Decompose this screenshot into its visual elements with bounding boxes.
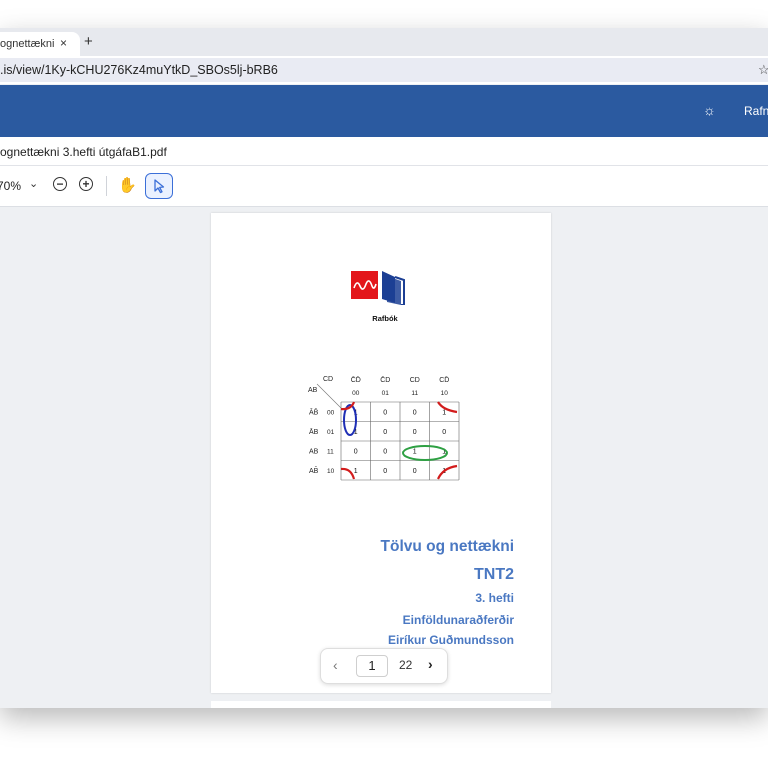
pdf-page-next: [211, 701, 551, 708]
kmap-col-label: CD̄: [439, 376, 449, 384]
star-icon[interactable]: ☆: [758, 62, 768, 78]
kmap-row-label: ĀB̄: [309, 408, 319, 416]
kmap-cell: 0: [413, 409, 417, 416]
hand-icon[interactable]: ✋: [118, 176, 137, 194]
kmap-col-label: C̄D̄: [351, 376, 361, 384]
kmap-col-label: CD: [410, 377, 420, 384]
karnaugh-map: AB CD C̄D̄00C̄D01CD11CD̄10 ĀB̄ 00ĀB 01AB 11…: [308, 376, 460, 481]
kmap-row-variable-label: AB: [308, 387, 318, 394]
tab-close-icon[interactable]: ×: [60, 36, 67, 50]
kmap-row-code: 00: [327, 409, 335, 416]
kmap-col-code: 00: [352, 390, 360, 397]
page-number-input[interactable]: 1: [356, 655, 388, 677]
course-code: TNT2: [474, 566, 514, 583]
address-bar: .is/view/1Ky-kCHU276Kz4muYtkD_SBOs5lj-bR…: [0, 56, 768, 84]
kmap-col-variable-label: CD: [323, 376, 333, 383]
tab-title: ognettækni: [0, 38, 55, 50]
kmap-col-code: 11: [411, 390, 418, 397]
brand-name: Rafbók: [372, 314, 398, 323]
next-page-button[interactable]: ›: [428, 656, 433, 672]
page-total: 22: [399, 658, 413, 672]
chevron-down-icon[interactable]: ⌄: [29, 177, 38, 190]
kmap-col-label: C̄D: [380, 376, 390, 384]
file-bar: ognettækni 3.hefti útgáfaB1.pdf: [0, 137, 768, 166]
issue-label: 3. hefti: [475, 591, 514, 605]
author-name: Eiríkur Guðmundsson: [387, 633, 514, 647]
pdf-viewer[interactable]: Rafbók AB CD C̄D̄ 00 C̄D 01 CD 11 CD̄ 10 ĀB̄ 00 Ā…: [0, 207, 768, 708]
kmap-cell: 0: [413, 429, 417, 436]
tab-bar: ognettækni × +: [0, 28, 768, 56]
page-navigator: ‹ 1 22 ›: [320, 648, 448, 684]
subject-label: Einföldunaraðferðir: [402, 613, 514, 627]
kmap-cell: 0: [354, 448, 358, 455]
kmap-cell: 0: [383, 429, 387, 436]
zoom-out-button[interactable]: −: [53, 177, 67, 191]
kmap-cell: 0: [383, 468, 387, 475]
rafbok-logo: [351, 271, 405, 305]
kmap-cell: 0: [383, 448, 387, 455]
kmap-cell: 1: [413, 448, 417, 455]
pdf-toolbar: 70% ⌄ − + ✋: [0, 166, 768, 207]
document-title: Tölvu og nettækni: [380, 538, 514, 555]
sun-icon[interactable]: ☼: [703, 102, 716, 118]
zoom-in-button[interactable]: +: [79, 177, 93, 191]
file-name: ognettækni 3.hefti útgáfaB1.pdf: [0, 145, 167, 159]
kmap-row-code: 11: [327, 448, 334, 455]
browser-window: ognettækni × + .is/view/1Ky-kCHU276Kz4mu…: [0, 28, 768, 708]
header-account-text[interactable]: Rafn: [744, 104, 768, 118]
toolbar-divider: [106, 176, 107, 196]
kmap-row-label: ĀB: [309, 428, 319, 436]
kmap-row-label: AB: [309, 448, 319, 455]
cursor-icon: [154, 179, 165, 194]
pdf-page: Rafbók AB CD C̄D̄ 00 C̄D 01 CD 11 CD̄ 10 ĀB̄ 00 Ā…: [211, 213, 551, 693]
kmap-row-code: 01: [327, 429, 335, 436]
app-header: ☼ Rafn: [0, 85, 768, 137]
browser-tab[interactable]: ognettækni ×: [0, 32, 80, 56]
url-text[interactable]: .is/view/1Ky-kCHU276Kz4muYtkD_SBOs5lj-bR…: [0, 63, 278, 77]
kmap-cell: 0: [413, 468, 417, 475]
kmap-col-code: 10: [441, 390, 449, 397]
kmap-cell: 0: [383, 409, 387, 416]
kmap-row-label: AB̄: [309, 467, 319, 475]
select-tool-button[interactable]: [145, 173, 173, 199]
kmap-col-code: 01: [382, 390, 390, 397]
kmap-cell: 0: [442, 429, 446, 436]
zoom-level[interactable]: 70%: [0, 179, 21, 193]
kmap-cell: 1: [442, 409, 446, 416]
kmap-row-code: 10: [327, 468, 335, 475]
url-field[interactable]: .is/view/1Ky-kCHU276Kz4muYtkD_SBOs5lj-bR…: [0, 58, 768, 82]
previous-page-button[interactable]: ‹: [333, 657, 338, 673]
kmap-cell: 1: [354, 468, 358, 475]
new-tab-button[interactable]: +: [84, 34, 93, 49]
